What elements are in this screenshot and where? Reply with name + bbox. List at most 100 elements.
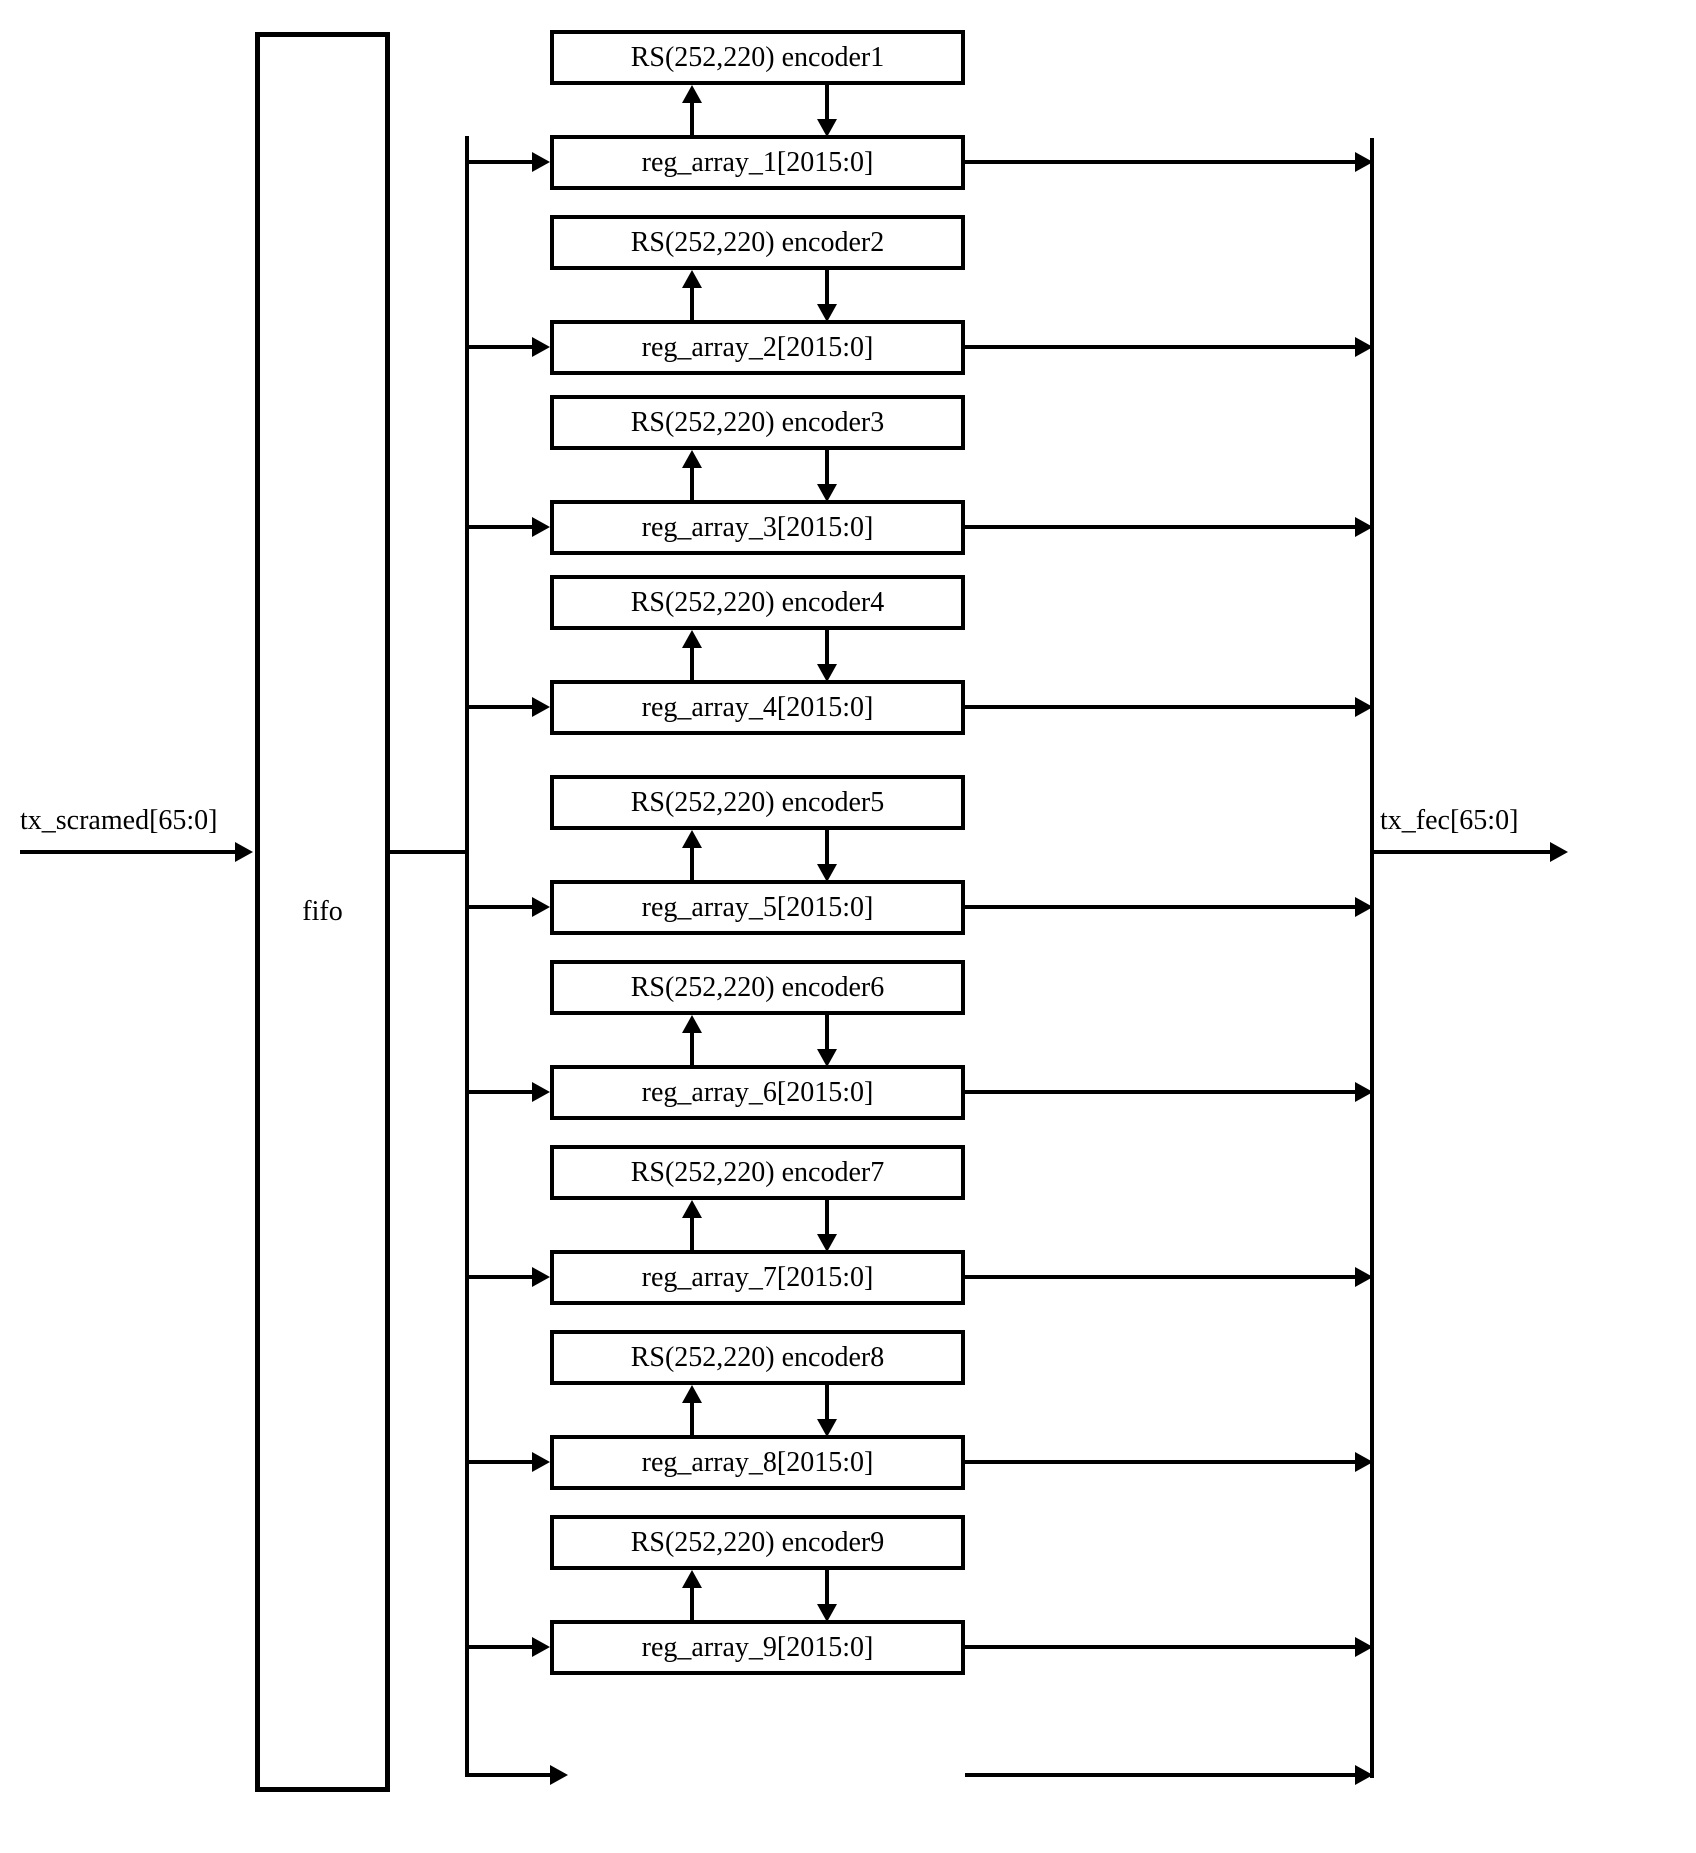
encoder-7: RS(252,220) encoder7 — [550, 1145, 965, 1200]
reg5-out-head — [1355, 897, 1373, 917]
reg-3-label: reg_array_3[2015:0] — [642, 512, 874, 544]
input-bus-bottom-head — [550, 1765, 568, 1785]
enc3-up-head — [682, 450, 702, 468]
bus-to-reg6 — [465, 1090, 532, 1094]
reg6-out-head — [1355, 1082, 1373, 1102]
enc1-down-line — [825, 85, 829, 120]
encoder-2: RS(252,220) encoder2 — [550, 215, 965, 270]
bus-to-reg1-head — [532, 152, 550, 172]
bus-to-reg1 — [465, 160, 532, 164]
reg-8: reg_array_8[2015:0] — [550, 1435, 965, 1490]
enc4-down-head — [817, 664, 837, 682]
output-arrow-line — [1370, 850, 1550, 854]
bus-to-reg6-head — [532, 1082, 550, 1102]
enc5-down-head — [817, 864, 837, 882]
encoder-9-label: RS(252,220) encoder9 — [631, 1527, 885, 1559]
encoder-2-label: RS(252,220) encoder2 — [631, 227, 885, 259]
encoder-4: RS(252,220) encoder4 — [550, 575, 965, 630]
reg-2: reg_array_2[2015:0] — [550, 320, 965, 375]
reg9-out — [965, 1645, 1355, 1649]
enc6-up-line — [690, 1030, 694, 1065]
enc7-up-head — [682, 1200, 702, 1218]
bus-to-reg3-head — [532, 517, 550, 537]
enc2-up-line — [690, 285, 694, 320]
reg-8-label: reg_array_8[2015:0] — [642, 1447, 874, 1479]
vertical-bus — [465, 136, 469, 1776]
fifo-block: fifo — [255, 32, 390, 1792]
enc3-down-line — [825, 450, 829, 485]
enc2-down-head — [817, 304, 837, 322]
output-bus-bottom-head — [1355, 1765, 1373, 1785]
reg-7-label: reg_array_7[2015:0] — [642, 1262, 874, 1294]
bus-to-reg9 — [465, 1645, 532, 1649]
output-arrow-head — [1550, 842, 1568, 862]
reg1-out — [965, 160, 1355, 164]
bus-to-reg8-head — [532, 1452, 550, 1472]
encoder-3: RS(252,220) encoder3 — [550, 395, 965, 450]
reg4-out — [965, 705, 1355, 709]
fifo-label: fifo — [302, 896, 342, 928]
reg6-out — [965, 1090, 1355, 1094]
reg7-out — [965, 1275, 1355, 1279]
enc4-up-line — [690, 645, 694, 680]
enc5-down-line — [825, 830, 829, 865]
encoder-8-label: RS(252,220) encoder8 — [631, 1342, 885, 1374]
output-bus-bottom — [965, 1773, 1355, 1777]
enc5-up-head — [682, 830, 702, 848]
reg-2-label: reg_array_2[2015:0] — [642, 332, 874, 364]
input-arrow-line — [20, 850, 235, 854]
reg-1-label: reg_array_1[2015:0] — [642, 147, 874, 179]
enc8-down-head — [817, 1419, 837, 1437]
enc6-down-head — [817, 1049, 837, 1067]
enc3-up-line — [690, 465, 694, 500]
reg2-out-head — [1355, 337, 1373, 357]
reg-5: reg_array_5[2015:0] — [550, 880, 965, 935]
encoder-8: RS(252,220) encoder8 — [550, 1330, 965, 1385]
reg9-out-head — [1355, 1637, 1373, 1657]
reg-1: reg_array_1[2015:0] — [550, 135, 965, 190]
encoder-6-label: RS(252,220) encoder6 — [631, 972, 885, 1004]
bus-to-reg9-head — [532, 1637, 550, 1657]
reg-4-label: reg_array_4[2015:0] — [642, 692, 874, 724]
enc1-down-head — [817, 119, 837, 137]
enc8-up-line — [690, 1400, 694, 1435]
bus-to-reg7-head — [532, 1267, 550, 1287]
enc7-down-head — [817, 1234, 837, 1252]
reg-3: reg_array_3[2015:0] — [550, 500, 965, 555]
reg5-out — [965, 905, 1355, 909]
encoder-3-label: RS(252,220) encoder3 — [631, 407, 885, 439]
reg-6-label: reg_array_6[2015:0] — [642, 1077, 874, 1109]
bus-to-reg7 — [465, 1275, 532, 1279]
reg8-out — [965, 1460, 1355, 1464]
bus-to-reg4-head — [532, 697, 550, 717]
reg3-out-head — [1355, 517, 1373, 537]
reg1-out-head — [1355, 152, 1373, 172]
enc1-up-line — [690, 100, 694, 135]
enc9-up-head — [682, 1570, 702, 1588]
reg-4: reg_array_4[2015:0] — [550, 680, 965, 735]
enc2-down-line — [825, 270, 829, 305]
enc7-up-line — [690, 1215, 694, 1250]
encoder-7-label: RS(252,220) encoder7 — [631, 1157, 885, 1189]
encoder-4-label: RS(252,220) encoder4 — [631, 587, 885, 619]
bus-to-reg4 — [465, 705, 532, 709]
enc2-up-head — [682, 270, 702, 288]
vertical-output-bus — [1370, 138, 1374, 1778]
bus-to-reg8 — [465, 1460, 532, 1464]
enc7-down-line — [825, 1200, 829, 1235]
reg2-out — [965, 345, 1355, 349]
reg-9-label: reg_array_9[2015:0] — [642, 1632, 874, 1664]
reg-7: reg_array_7[2015:0] — [550, 1250, 965, 1305]
enc6-up-head — [682, 1015, 702, 1033]
enc8-down-line — [825, 1385, 829, 1420]
enc8-up-head — [682, 1385, 702, 1403]
reg-5-label: reg_array_5[2015:0] — [642, 892, 874, 924]
input-arrow-head — [235, 842, 253, 862]
reg-6: reg_array_6[2015:0] — [550, 1065, 965, 1120]
enc6-down-line — [825, 1015, 829, 1050]
enc9-down-line — [825, 1570, 829, 1605]
reg3-out — [965, 525, 1355, 529]
bus-to-reg5 — [465, 905, 532, 909]
enc4-down-line — [825, 630, 829, 665]
enc5-up-line — [690, 845, 694, 880]
